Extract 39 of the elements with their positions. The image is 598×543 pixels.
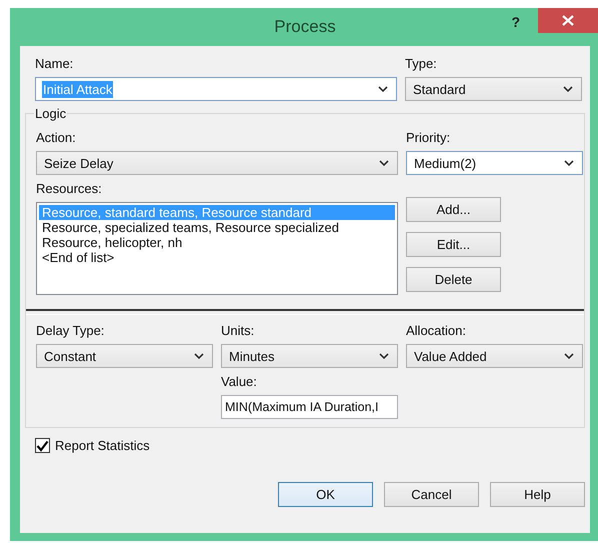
chevron-down-icon — [379, 160, 389, 166]
group-title: Logic — [34, 106, 68, 122]
dropdown[interactable]: Value Added — [406, 344, 583, 368]
field-label: Resources: — [36, 181, 103, 197]
list-item[interactable]: Resource, helicopter, nh — [39, 235, 395, 250]
dropdown[interactable]: Medium(2) — [406, 151, 583, 175]
chevron-down-icon — [194, 352, 204, 360]
dropdown[interactable]: Seize Delay — [36, 151, 398, 175]
list-item[interactable]: Resource, specialized teams, Resource specialized — [39, 220, 395, 235]
list-button[interactable]: Add... — [406, 197, 501, 222]
field-label: Action: — [36, 130, 77, 146]
chevron-down-icon — [564, 352, 574, 360]
dialog-button[interactable]: OK — [278, 482, 373, 507]
chevron-down-icon — [378, 86, 388, 92]
field-label: Delay Type: — [36, 323, 106, 339]
help-button[interactable]: ? — [511, 14, 520, 30]
dropdown[interactable]: Constant — [36, 344, 213, 368]
dropdown[interactable]: Standard — [405, 77, 582, 101]
input-field[interactable]: MIN(Maximum IA Duration,I — [221, 395, 398, 419]
field-label: Units: — [221, 323, 256, 339]
window-title: Process — [274, 17, 336, 37]
dialog-button[interactable]: Help — [490, 482, 585, 507]
checkbox[interactable] — [35, 438, 50, 453]
checkbox-label: Report Statistics — [55, 438, 150, 453]
field-label: Priority: — [406, 130, 452, 146]
close-button[interactable] — [538, 8, 598, 33]
list-button[interactable]: Edit... — [406, 232, 501, 257]
field-label: Name: — [35, 56, 74, 72]
field-label: Type: — [405, 56, 438, 72]
list-button[interactable]: Delete — [406, 267, 501, 292]
list-item[interactable]: <End of list> — [39, 250, 395, 265]
close-icon — [562, 15, 574, 26]
dropdown[interactable]: Minutes — [221, 344, 398, 368]
chevron-down-icon — [564, 160, 574, 166]
chevron-down-icon — [563, 86, 573, 92]
field-label: Value: — [221, 374, 258, 390]
dialog-button[interactable]: Cancel — [384, 482, 479, 507]
field-label: Allocation: — [406, 323, 467, 339]
chevron-down-icon — [379, 352, 389, 360]
